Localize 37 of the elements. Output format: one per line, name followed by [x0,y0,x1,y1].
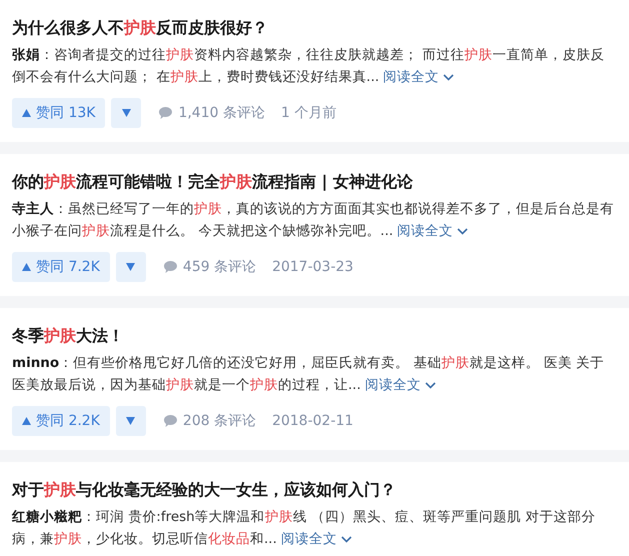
answer-excerpt: 红糖小糍粑：珂润 贵价:fresh等大牌温和护肤线 （四）黑头、痘、斑等严重问题肌 对于这部分 病，兼护肤，少化妆。切忌听信化妆品和... 阅读全文 [12,506,617,550]
triangle-up-icon [22,417,31,425]
answer-excerpt: minno：但有些价格甩它好几倍的还没它好用，屈臣氏就有卖。 基础护肤就是这样。 医美 关于医美放最后说，因为基础护肤就是一个护肤的过程，让... 阅读全文 [12,352,617,396]
upvote-button[interactable]: 赞同 13K [12,98,106,128]
result-title[interactable]: 为什么很多人不护肤反而皮肤很好？ [12,16,617,40]
post-time: 2017-03-23 [272,258,354,276]
comments-link[interactable]: 1,410 条评论 [159,102,265,124]
upvote-button[interactable]: 赞同 7.2K [12,252,110,282]
triangle-down-icon [126,263,136,271]
triangle-up-icon [22,263,31,271]
triangle-down-icon [122,109,131,117]
triangle-up-icon [22,109,31,117]
chevron-down-icon [457,228,468,234]
comments-link[interactable]: 208 条评论 [164,410,256,432]
answer-excerpt: 张娟：咨询者提交的过往护肤资料内容越繁杂，往往皮肤就越差； 而过往护肤一直简单，皮肤反倒不会有什么大问题； 在护肤上，费时费钱还没好结果真... 阅读全文 [12,44,617,88]
post-time: 1 个月前 [280,104,336,122]
read-more-link[interactable]: 阅读全文 [383,66,454,88]
speech-bubble-icon [159,107,172,119]
chevron-down-icon [443,74,454,80]
upvote-button[interactable]: 赞同 2.2K [12,406,110,436]
downvote-button[interactable] [111,98,142,128]
chevron-down-icon [340,536,352,542]
read-more-link[interactable]: 阅读全文 [364,374,436,396]
downvote-button[interactable] [116,252,146,282]
read-more-link[interactable]: 阅读全文 [280,528,352,550]
downvote-button[interactable] [116,406,146,436]
read-more-link[interactable]: 阅读全文 [397,220,468,242]
speech-bubble-icon [164,415,177,427]
result-title[interactable]: 你的护肤流程可能错啦！完全护肤流程指南 | 女神进化论 [12,170,617,194]
comments-link[interactable]: 459 条评论 [164,256,256,278]
result-title[interactable]: 冬季护肤大法！ [12,324,617,348]
post-time: 2018-02-11 [272,412,354,430]
speech-bubble-icon [164,261,177,273]
answer-excerpt: 寺主人：虽然已经写了一年的护肤，真的该说的方方面面其实也都说得差不多了，但是后台总是有小猴子在问护肤流程是什么。 今天就把这个缺憾弥补完吧。... 阅读全文 [12,198,617,242]
chevron-down-icon [424,382,436,388]
triangle-down-icon [126,417,136,425]
result-title[interactable]: 对于护肤与化妆毫无经验的大一女生，应该如何入门？ [12,478,617,502]
